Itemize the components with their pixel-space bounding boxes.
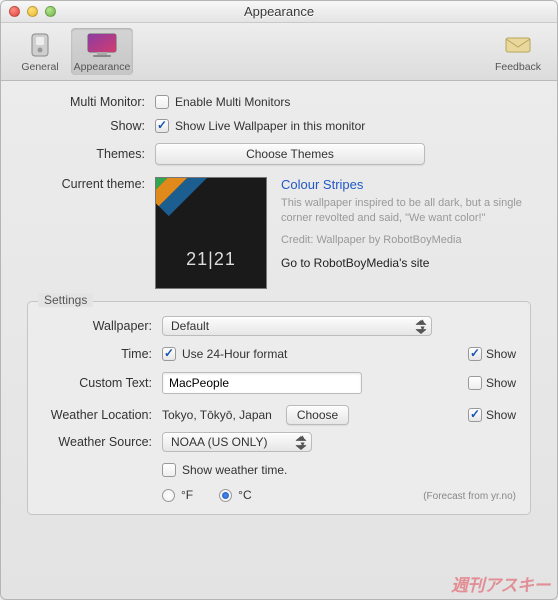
theme-name: Colour Stripes bbox=[281, 177, 531, 192]
multi-monitor-label: Multi Monitor: bbox=[27, 95, 155, 109]
wallpaper-select[interactable]: Default ▲▼ bbox=[162, 316, 432, 336]
celsius-radio[interactable] bbox=[219, 489, 232, 502]
show-time-checkbox[interactable] bbox=[468, 347, 482, 361]
close-icon[interactable] bbox=[9, 6, 20, 17]
show-custom-text-text: Show bbox=[486, 376, 516, 390]
feedback-icon bbox=[501, 31, 535, 59]
theme-preview-time: 21|21 bbox=[156, 249, 266, 270]
show-live-text: Show Live Wallpaper in this monitor bbox=[175, 119, 365, 133]
tool-feedback[interactable]: Feedback bbox=[487, 28, 549, 75]
celsius-text: °C bbox=[238, 488, 251, 502]
fahrenheit-radio[interactable] bbox=[162, 489, 175, 502]
use-24h-text: Use 24-Hour format bbox=[182, 347, 287, 361]
time-label: Time: bbox=[42, 347, 162, 361]
theme-credit: Credit: Wallpaper by RobotBoyMedia bbox=[281, 234, 531, 246]
settings-group: Settings Wallpaper: Default ▲▼ Time: Use… bbox=[27, 301, 531, 515]
enable-multi-monitors-checkbox[interactable] bbox=[155, 95, 169, 109]
show-weather-checkbox[interactable] bbox=[468, 408, 482, 422]
wallpaper-label: Wallpaper: bbox=[42, 319, 162, 333]
show-custom-text-checkbox[interactable] bbox=[468, 376, 482, 390]
zoom-icon[interactable] bbox=[45, 6, 56, 17]
enable-multi-monitors-text: Enable Multi Monitors bbox=[175, 95, 290, 109]
titlebar: Appearance bbox=[1, 1, 557, 23]
wallpaper-value: Default bbox=[171, 319, 209, 333]
fahrenheit-text: °F bbox=[181, 488, 193, 502]
choose-location-button[interactable]: Choose bbox=[286, 405, 349, 425]
tool-appearance[interactable]: Appearance bbox=[71, 28, 133, 75]
theme-description: This wallpaper inspired to be all dark, … bbox=[281, 196, 531, 226]
choose-themes-button[interactable]: Choose Themes bbox=[155, 143, 425, 165]
weather-location-value: Tokyo, Tōkyō, Japan bbox=[162, 408, 272, 422]
show-weather-text: Show bbox=[486, 408, 516, 422]
window-title: Appearance bbox=[1, 4, 557, 19]
minimize-icon[interactable] bbox=[27, 6, 38, 17]
tool-label: Feedback bbox=[495, 61, 541, 73]
show-live-wallpaper-checkbox[interactable] bbox=[155, 119, 169, 133]
tool-label: Appearance bbox=[74, 61, 131, 73]
show-weather-time-text: Show weather time. bbox=[182, 463, 287, 477]
appearance-icon bbox=[85, 31, 119, 59]
weather-location-label: Weather Location: bbox=[42, 408, 162, 422]
settings-title: Settings bbox=[38, 293, 93, 307]
weather-source-select[interactable]: NOAA (US ONLY) ▲▼ bbox=[162, 432, 312, 452]
general-icon bbox=[23, 31, 57, 59]
show-time-text: Show bbox=[486, 347, 516, 361]
watermark: 週刊アスキー bbox=[451, 571, 550, 596]
show-weather-time-checkbox[interactable] bbox=[162, 463, 176, 477]
show-label: Show: bbox=[27, 119, 155, 133]
theme-thumbnail: 21|21 bbox=[155, 177, 267, 289]
custom-text-label: Custom Text: bbox=[42, 376, 162, 390]
current-theme-label: Current theme: bbox=[27, 175, 155, 191]
forecast-source-note: (Forecast from yr.no) bbox=[423, 491, 516, 502]
weather-source-label: Weather Source: bbox=[42, 435, 162, 449]
use-24h-checkbox[interactable] bbox=[162, 347, 176, 361]
theme-site-link[interactable]: Go to RobotBoyMedia's site bbox=[281, 256, 531, 270]
tool-label: General bbox=[21, 61, 58, 73]
tool-general[interactable]: General bbox=[9, 28, 71, 75]
custom-text-input[interactable] bbox=[162, 372, 362, 394]
toolbar: General Appearance Feedback bbox=[1, 23, 557, 81]
weather-source-value: NOAA (US ONLY) bbox=[171, 435, 267, 449]
themes-label: Themes: bbox=[27, 147, 155, 161]
